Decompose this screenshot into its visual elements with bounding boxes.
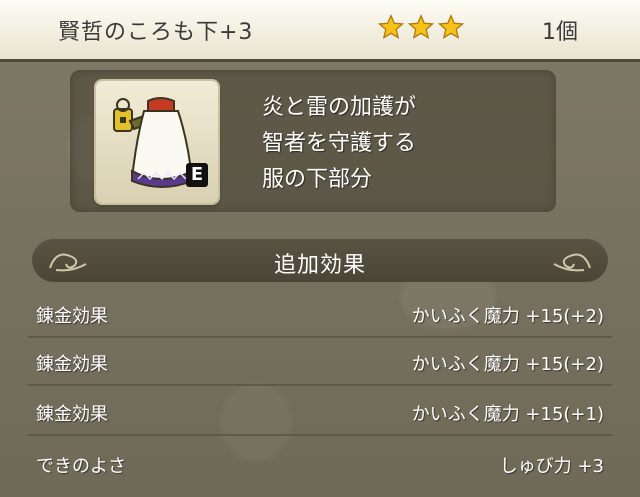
- star-icon: [378, 14, 404, 39]
- star-icon: [438, 14, 464, 39]
- title-bar: 賢哲のころも下+3 1個: [0, 0, 640, 62]
- item-count: 1個: [542, 20, 578, 45]
- effect-label: 錬金効果: [36, 306, 108, 327]
- section-title: 追加効果: [273, 253, 366, 278]
- section-header: 追加効果: [32, 238, 608, 282]
- item-name: 賢哲のころも下+3: [58, 20, 254, 45]
- rarity-stars: [378, 14, 464, 40]
- effect-label: 錬金効果: [36, 354, 108, 375]
- effect-value: かいふく魔力 +15(+1): [411, 404, 604, 425]
- description-line: 服の下部分: [262, 167, 373, 192]
- effect-value: かいふく魔力 +15(+2): [411, 306, 604, 327]
- effect-value: かいふく魔力 +15(+2): [411, 354, 604, 375]
- effect-label: できのよさ: [36, 456, 126, 477]
- star-icon: [408, 14, 434, 39]
- effect-row: 錬金効果 かいふく魔力 +15(+1): [28, 388, 612, 436]
- effect-row: 錬金効果 かいふく魔力 +15(+2): [28, 290, 612, 338]
- effect-row: できのよさ しゅび力 +3: [28, 440, 612, 488]
- effect-row: 錬金効果 かいふく魔力 +15(+2): [28, 338, 612, 386]
- ornament-icon: [553, 253, 591, 272]
- item-description: 炎と雷の加護が 智者を守護する 服の下部分: [262, 90, 416, 198]
- description-line: 智者を守護する: [262, 131, 417, 156]
- effect-label: 錬金効果: [36, 404, 108, 425]
- effect-value: しゅび力 +3: [499, 456, 604, 477]
- equipped-badge: E: [186, 163, 208, 187]
- description-line: 炎と雷の加護が: [262, 95, 417, 120]
